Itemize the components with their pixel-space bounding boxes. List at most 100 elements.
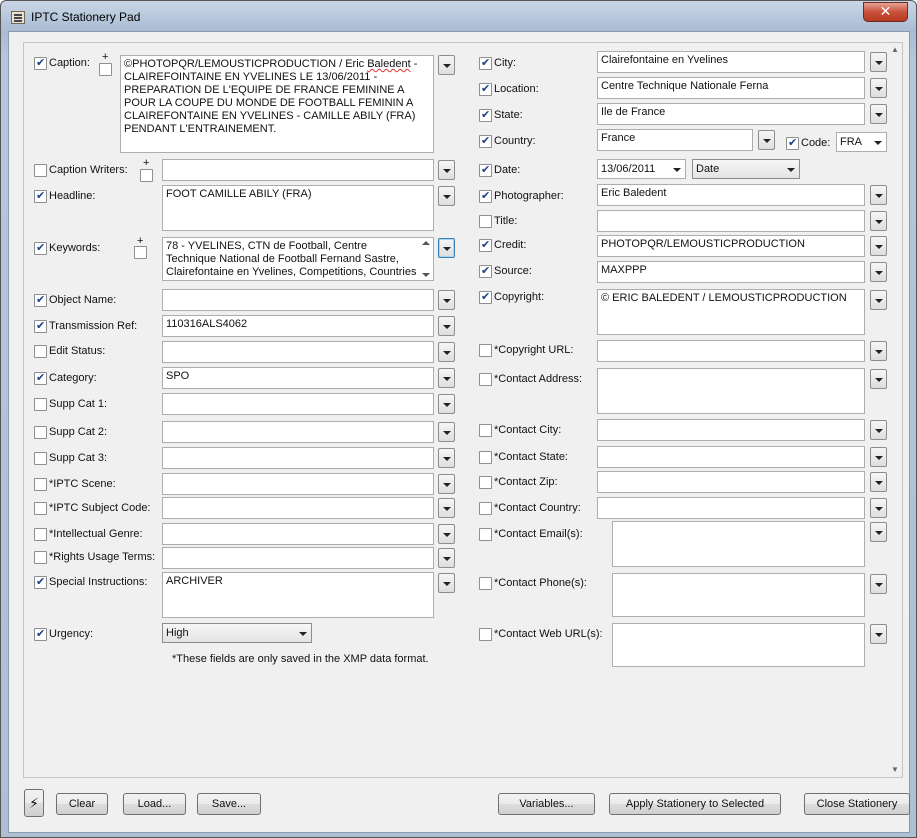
scroll-down-icon[interactable]: ▼ (889, 764, 901, 776)
date-mode-select[interactable]: Date (692, 159, 800, 179)
intellectual-genre-dropdown-button[interactable] (438, 524, 455, 544)
headline-checkbox[interactable] (34, 189, 47, 203)
contact-country-field[interactable] (597, 497, 865, 519)
iptc-subject-code-checkbox[interactable] (34, 502, 47, 515)
special-instructions-dropdown-button[interactable] (438, 573, 455, 593)
caption-field[interactable]: ©PHOTOPQR/LEMOUSTICPRODUCTION / Eric Bal… (120, 55, 434, 153)
country-checkbox[interactable] (479, 134, 492, 148)
title-checkbox[interactable] (479, 215, 492, 228)
rights-usage-terms-checkbox[interactable] (34, 551, 47, 564)
country-dropdown-button[interactable] (758, 130, 775, 150)
caption-writers-checkbox[interactable] (34, 164, 47, 177)
supp-cat-3-checkbox[interactable] (34, 452, 47, 465)
contact-email-dropdown-button[interactable] (870, 522, 887, 542)
contact-email-checkbox[interactable] (479, 528, 492, 541)
contact-country-dropdown-button[interactable] (870, 498, 887, 518)
lightning-button[interactable]: ⚡ (24, 789, 44, 817)
object-name-checkbox[interactable] (34, 293, 47, 307)
panel-scrollbar[interactable]: ▲ ▼ (889, 44, 901, 776)
credit-dropdown-button[interactable] (870, 236, 887, 256)
caption-writers-dropdown-button[interactable] (438, 160, 455, 180)
keywords-dropdown-button[interactable] (438, 238, 455, 258)
close-stationery-button[interactable]: Close Stationery (804, 793, 910, 815)
edit-status-dropdown-button[interactable] (438, 342, 455, 362)
intellectual-genre-checkbox[interactable] (34, 528, 47, 541)
source-checkbox[interactable] (479, 264, 492, 278)
supp-cat-1-field[interactable] (162, 393, 434, 415)
copyright-checkbox[interactable] (479, 290, 492, 304)
location-checkbox[interactable] (479, 82, 492, 96)
caption-writers-append-checkbox[interactable] (140, 169, 153, 182)
contact-state-field[interactable] (597, 446, 865, 468)
iptc-subject-code-dropdown-button[interactable] (438, 498, 455, 518)
state-field[interactable]: Ile de France (597, 103, 865, 125)
copyright-url-checkbox[interactable] (479, 344, 492, 357)
contact-phone-dropdown-button[interactable] (870, 574, 887, 594)
contact-address-checkbox[interactable] (479, 373, 492, 386)
object-name-dropdown-button[interactable] (438, 290, 455, 310)
apply-stationery-button[interactable]: Apply Stationery to Selected (609, 793, 781, 815)
contact-address-field[interactable] (597, 368, 865, 414)
category-checkbox[interactable] (34, 371, 47, 385)
keywords-scrollbar[interactable] (420, 238, 432, 280)
scroll-up-arrow-icon[interactable] (422, 241, 430, 245)
special-instructions-field[interactable]: ARCHIVER (162, 572, 434, 618)
credit-field[interactable]: PHOTOPQR/LEMOUSTICPRODUCTION (597, 235, 865, 257)
contact-phone-field[interactable] (612, 573, 865, 617)
clear-button[interactable]: Clear (56, 793, 108, 815)
close-window-button[interactable]: ✕ (863, 2, 908, 22)
transmission-ref-field[interactable]: 110316ALS4062 (162, 315, 434, 337)
contact-email-field[interactable] (612, 521, 865, 567)
iptc-scene-checkbox[interactable] (34, 478, 47, 491)
special-instructions-checkbox[interactable] (34, 575, 47, 589)
copyright-dropdown-button[interactable] (870, 290, 887, 310)
state-checkbox[interactable] (479, 108, 492, 122)
date-checkbox[interactable] (479, 163, 492, 177)
category-field[interactable]: SPO (162, 367, 434, 389)
contact-state-dropdown-button[interactable] (870, 447, 887, 467)
supp-cat-1-checkbox[interactable] (34, 398, 47, 411)
photographer-dropdown-button[interactable] (870, 185, 887, 205)
urgency-checkbox[interactable] (34, 627, 47, 641)
keywords-checkbox[interactable] (34, 241, 47, 255)
title-dropdown-button[interactable] (870, 211, 887, 231)
contact-web-checkbox[interactable] (479, 628, 492, 641)
supp-cat-2-field[interactable] (162, 421, 434, 443)
contact-zip-field[interactable] (597, 471, 865, 493)
supp-cat-2-dropdown-button[interactable] (438, 422, 455, 442)
location-dropdown-button[interactable] (870, 78, 887, 98)
source-field[interactable]: MAXPPP (597, 261, 865, 283)
contact-web-field[interactable] (612, 623, 865, 667)
object-name-field[interactable] (162, 289, 434, 311)
supp-cat-3-field[interactable] (162, 447, 434, 469)
caption-checkbox[interactable] (34, 56, 47, 70)
rights-usage-terms-field[interactable] (162, 547, 434, 569)
rights-usage-terms-dropdown-button[interactable] (438, 548, 455, 568)
contact-zip-dropdown-button[interactable] (870, 472, 887, 492)
contact-phone-checkbox[interactable] (479, 577, 492, 590)
variables-button[interactable]: Variables... (498, 793, 595, 815)
code-select[interactable]: FRA (836, 132, 887, 152)
title-field[interactable] (597, 210, 865, 232)
intellectual-genre-field[interactable] (162, 523, 434, 545)
caption-dropdown-button[interactable] (438, 55, 455, 75)
copyright-url-field[interactable] (597, 340, 865, 362)
caption-writers-field[interactable] (162, 159, 434, 181)
city-dropdown-button[interactable] (870, 52, 887, 72)
contact-web-dropdown-button[interactable] (870, 624, 887, 644)
supp-cat-3-dropdown-button[interactable] (438, 448, 455, 468)
contact-city-field[interactable] (597, 419, 865, 441)
copyright-field[interactable]: © ERIC BALEDENT / LEMOUSTICPRODUCTION (597, 289, 865, 335)
contact-state-checkbox[interactable] (479, 451, 492, 464)
keywords-append-checkbox[interactable] (134, 246, 147, 259)
save-button[interactable]: Save... (197, 793, 261, 815)
state-dropdown-button[interactable] (870, 104, 887, 124)
contact-city-dropdown-button[interactable] (870, 420, 887, 440)
caption-plus-icon[interactable]: + (102, 51, 108, 63)
transmission-ref-checkbox[interactable] (34, 319, 47, 333)
title-bar[interactable]: IPTC Stationery Pad ✕ (1, 1, 916, 31)
city-field[interactable]: Clairefontaine en Yvelines (597, 51, 865, 73)
caption-writers-plus-icon[interactable]: + (143, 157, 149, 169)
credit-checkbox[interactable] (479, 238, 492, 252)
edit-status-checkbox[interactable] (34, 345, 47, 358)
